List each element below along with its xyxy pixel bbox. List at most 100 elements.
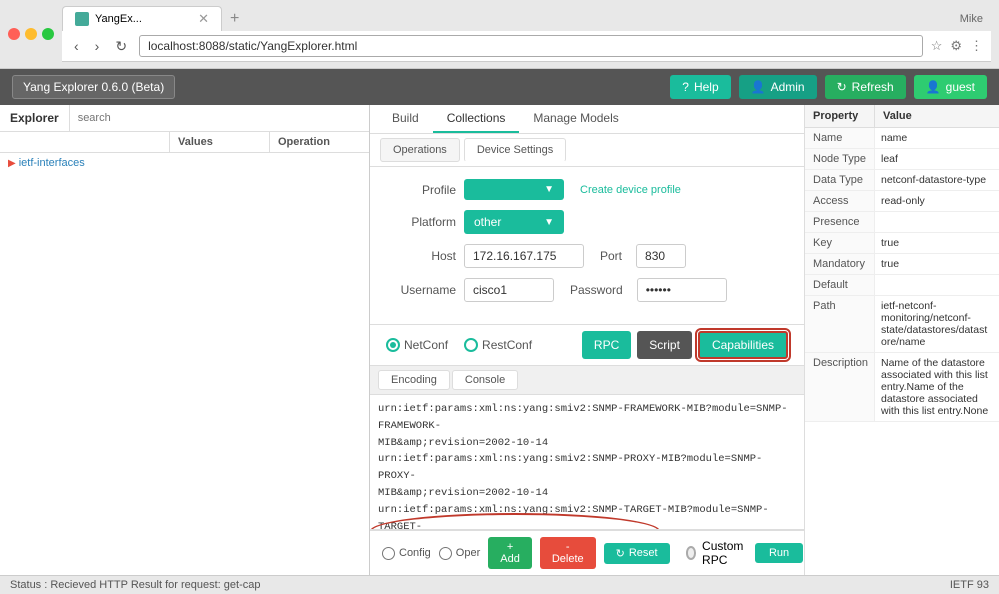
restconf-radio-label[interactable]: RestConf [464,338,532,352]
tab-close-icon[interactable]: ✕ [198,11,209,27]
password-input[interactable] [637,278,727,302]
status-message: Status : Recieved HTTP Result for reques… [10,579,260,591]
oper-radio-label[interactable]: Oper [439,547,480,560]
add-button[interactable]: + Add [488,537,532,569]
prop-value: true [875,233,999,253]
custom-rpc-radio[interactable] [686,546,696,560]
bottom-bar: Config Oper + Add - Delete ↻ Reset Custo… [370,530,804,575]
new-tab-icon[interactable]: + [222,10,247,28]
values-col-header: Values [170,132,270,152]
platform-label: Platform [386,215,456,229]
prop-key: Node Type [805,149,875,169]
rpc-button[interactable]: RPC [582,331,631,359]
bookmark-icon[interactable]: ☆ [931,38,943,54]
forward-button[interactable]: › [91,36,104,56]
tab-manage-models[interactable]: Manage Models [519,105,632,133]
reload-button[interactable]: ↻ [111,36,131,57]
platform-value: other [474,215,501,229]
explorer-label: Explorer [0,105,70,131]
prop-value [875,275,999,295]
password-label: Password [570,283,623,297]
config-radio-label[interactable]: Config [382,547,431,560]
explorer-col-header [0,132,170,152]
user-icon: 👤 [926,80,941,94]
value-col-header: Value [875,105,920,127]
prop-value: netconf-datastore-type [875,170,999,190]
profile-label: Profile [386,183,456,197]
content-area: urn:ietf:params:xml:ns:yang:smiv2:SNMP-F… [370,395,804,530]
back-button[interactable]: ‹ [70,36,83,56]
property-row: Accessread-only [805,191,999,212]
browser-chrome: YangEx... ✕ + Mike ‹ › ↻ ☆ ⚙ ⋮ [0,0,999,69]
menu-icon[interactable]: ⋮ [970,38,983,54]
protocol-row: NetConf RestConf RPC Script Capabilities [370,325,804,366]
property-row: DescriptionName of the datastore associa… [805,353,999,422]
delete-button[interactable]: - Delete [540,537,596,569]
host-input[interactable] [464,244,584,268]
prop-value: Name of the datastore associated with th… [875,353,999,421]
tab-title: YangEx... [95,13,142,25]
config-radio[interactable] [382,547,395,560]
action-buttons: RPC Script Capabilities [582,331,788,359]
script-button[interactable]: Script [637,331,692,359]
nav-icons: ☆ ⚙ ⋮ [931,38,983,54]
username-input[interactable] [464,278,554,302]
admin-icon: 👤 [751,80,766,94]
help-button[interactable]: ? Help [670,75,730,99]
property-row: Keytrue [805,233,999,254]
host-label: Host [386,249,456,263]
minimize-button[interactable] [25,28,37,40]
extension-icon[interactable]: ⚙ [950,38,962,54]
help-icon: ? [682,80,689,94]
operation-col-header: Operation [270,132,338,152]
left-header: Explorer [0,105,369,132]
sub-tab-device-settings[interactable]: Device Settings [464,138,566,162]
port-input[interactable] [636,244,686,268]
property-row: Mandatorytrue [805,254,999,275]
admin-button[interactable]: 👤 Admin [739,75,817,99]
capabilities-button[interactable]: Capabilities [698,331,788,359]
netconf-radio-label[interactable]: NetConf [386,338,448,352]
url-bar[interactable] [139,35,923,57]
prop-key: Key [805,233,875,253]
restconf-radio[interactable] [464,338,478,352]
prop-value: read-only [875,191,999,211]
maximize-button[interactable] [42,28,54,40]
prop-value: ietf-netconf-monitoring/netconf-state/da… [875,296,999,352]
tab-collections[interactable]: Collections [433,105,520,133]
platform-select[interactable]: other ▼ [464,210,564,234]
main-tab-row: Build Collections Manage Models [370,105,804,134]
tree-item-ietf-interfaces[interactable]: ▶ ietf-interfaces [0,153,369,173]
guest-button[interactable]: 👤 guest [914,75,987,99]
profile-row: Profile ▼ Create device profile [386,179,788,200]
content-line: MIB&amp;revision=2002-10-14 [378,435,796,452]
tree-item-label: ietf-interfaces [19,157,85,169]
search-input[interactable] [70,105,369,131]
run-button[interactable]: Run [755,543,803,563]
profile-select[interactable]: ▼ [464,179,564,200]
tab-console[interactable]: Console [452,370,518,390]
traffic-lights [8,28,54,40]
host-row: Host Port [386,244,788,268]
column-headers: Values Operation [0,132,369,153]
prop-value: leaf [875,149,999,169]
reset-icon: ↻ [616,547,625,560]
tab-encoding[interactable]: Encoding [378,370,450,390]
encoding-tab-row: Encoding Console [370,366,804,395]
property-col-header: Property [805,105,875,127]
main-layout: Explorer Values Operation ▶ ietf-interfa… [0,105,999,575]
create-profile-link[interactable]: Create device profile [580,184,681,196]
netconf-radio[interactable] [386,338,400,352]
sub-tab-operations[interactable]: Operations [380,138,460,162]
tab-build[interactable]: Build [378,105,433,133]
close-button[interactable] [8,28,20,40]
oper-radio[interactable] [439,547,452,560]
browser-tab[interactable]: YangEx... ✕ [62,6,222,31]
reset-button[interactable]: ↻ Reset [604,543,670,564]
device-settings-panel: Profile ▼ Create device profile Platform… [370,167,804,325]
credentials-row: Username Password [386,278,788,302]
refresh-button[interactable]: ↻ Refresh [825,75,906,99]
center-panel: Build Collections Manage Models Operatio… [370,105,804,575]
app-title-button[interactable]: Yang Explorer 0.6.0 (Beta) [12,75,175,99]
prop-key: Mandatory [805,254,875,274]
